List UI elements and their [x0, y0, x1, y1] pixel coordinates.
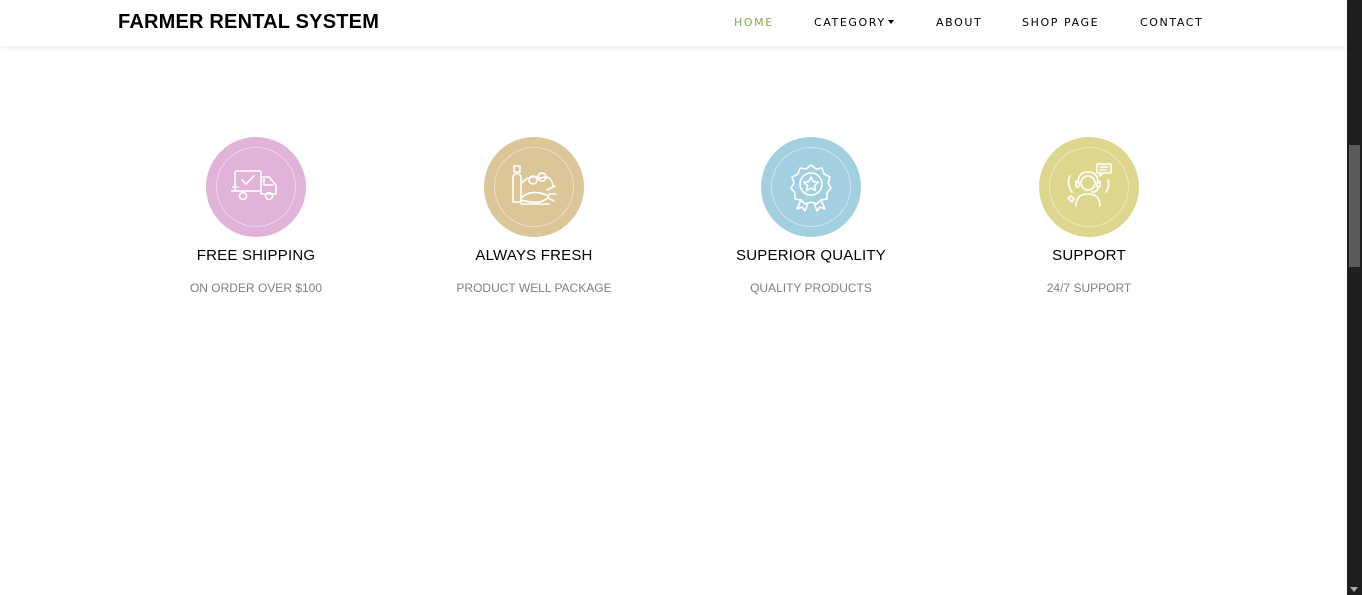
quality-badge-icon: [790, 164, 832, 212]
service-icon-circle: [484, 137, 584, 237]
top-navbar: FARMER RENTAL SYSTEM HOME CATEGORY ABOUT…: [0, 0, 1347, 46]
service-subtitle: PRODUCT WELL PACKAGE: [456, 281, 612, 295]
delivery-truck-icon: [231, 170, 277, 201]
main-nav: HOME CATEGORY ABOUT SHOP PAGE CONTACT: [0, 16, 1347, 30]
page: FARMER RENTAL SYSTEM HOME CATEGORY ABOUT…: [0, 0, 1347, 595]
service-superior-quality: SUPERIOR QUALITY QUALITY PRODUCTS: [691, 137, 931, 295]
service-free-shipping: FREE SHIPPING ON ORDER OVER $100: [136, 137, 376, 295]
service-subtitle: ON ORDER OVER $100: [189, 281, 323, 295]
service-support: SUPPORT 24/7 SUPPORT: [969, 137, 1209, 295]
service-icon-circle: [206, 137, 306, 237]
service-icon-circle: [761, 137, 861, 237]
service-title: FREE SHIPPING: [196, 247, 316, 264]
caret-down-icon: [887, 20, 894, 24]
nav-item-home[interactable]: HOME: [734, 16, 774, 29]
scrollbar-thumb[interactable]: [1349, 145, 1360, 267]
scroll-down-arrow-icon[interactable]: [1350, 587, 1358, 592]
service-title: ALWAYS FRESH: [475, 247, 593, 264]
nav-item-about[interactable]: ABOUT: [936, 16, 982, 29]
service-always-fresh: ALWAYS FRESH PRODUCT WELL PACKAGE: [414, 137, 654, 295]
services-section: FREE SHIPPING ON ORDER OVER $100 ALWAYS …: [0, 137, 1347, 307]
vertical-scrollbar[interactable]: [1347, 0, 1362, 595]
customer-support-icon: [1067, 163, 1112, 207]
nav-item-shop-page[interactable]: SHOP PAGE: [1022, 16, 1099, 29]
fresh-produce-icon: [512, 165, 557, 205]
service-subtitle: 24/7 SUPPORT: [1046, 281, 1132, 295]
nav-item-contact[interactable]: CONTACT: [1140, 16, 1203, 29]
service-title: SUPERIOR QUALITY: [736, 247, 886, 264]
service-icon-circle: [1039, 137, 1139, 237]
service-title: SUPPORT: [1052, 247, 1126, 264]
service-subtitle: QUALITY PRODUCTS: [750, 281, 872, 295]
nav-item-category[interactable]: CATEGORY: [814, 16, 894, 29]
nav-item-category-label: CATEGORY: [814, 16, 886, 29]
